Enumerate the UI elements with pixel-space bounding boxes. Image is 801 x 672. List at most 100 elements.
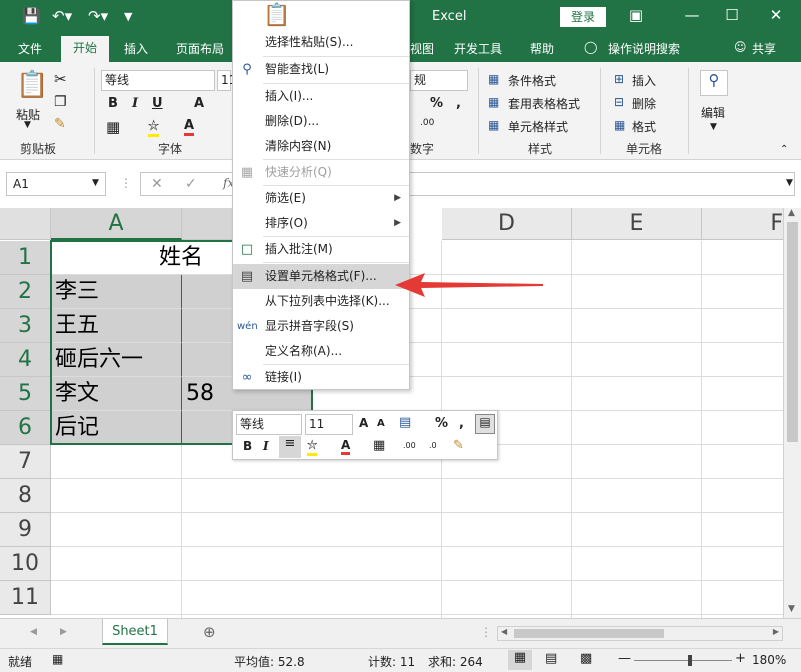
minimize-icon[interactable]: —	[680, 6, 704, 24]
expand-formula-icon[interactable]: ▼	[786, 178, 793, 188]
paste-dropdown-icon[interactable]: ▼	[24, 120, 31, 130]
insert-cells-button[interactable]: 插入	[632, 72, 656, 89]
row-header[interactable]: 11	[0, 581, 51, 615]
increase-font-icon[interactable]: A	[194, 96, 204, 111]
menu-sort[interactable]: 排序(O) ▶	[233, 211, 409, 236]
format-painter-icon[interactable]: ✎	[54, 116, 66, 132]
scroll-down-icon[interactable]: ▼	[788, 604, 795, 614]
mini-number-format-icon[interactable]: ▤	[399, 415, 411, 430]
mini-italic-button[interactable]: I	[263, 439, 269, 453]
mini-comma-icon[interactable]: ,	[459, 416, 464, 431]
next-sheet-icon[interactable]: ▶	[60, 627, 67, 637]
zoom-level[interactable]: 180%	[752, 653, 786, 667]
row-header[interactable]: 5	[0, 377, 51, 411]
cell-a5[interactable]: 李文	[51, 377, 182, 411]
ribbon-display-icon[interactable]: ▣	[624, 6, 648, 24]
zoom-slider[interactable]	[634, 660, 732, 661]
column-header-f[interactable]: F	[702, 208, 783, 240]
page-break-view-icon[interactable]: ▩	[580, 651, 592, 666]
mini-fill-color-icon[interactable]: ⛦	[307, 438, 318, 456]
bold-button[interactable]: B	[108, 96, 118, 111]
menu-insert[interactable]: 插入(I)...	[233, 84, 409, 109]
cell-styles-button[interactable]: 单元格样式	[508, 118, 568, 135]
menu-clear-contents[interactable]: 清除内容(N)	[233, 134, 409, 159]
row-header[interactable]: 2	[0, 275, 51, 309]
menu-link[interactable]: ∞ 链接(I)	[233, 365, 409, 390]
customize-qat-icon[interactable]: ▼	[124, 10, 132, 23]
conditional-format-button[interactable]: 条件格式	[508, 72, 556, 89]
close-icon[interactable]: ✕	[764, 6, 788, 24]
scroll-thumb[interactable]	[514, 629, 664, 638]
cell-a2[interactable]: 李三	[51, 275, 182, 309]
menu-phonetic-field[interactable]: wén 显示拼音字段(S)	[233, 314, 409, 339]
row-header[interactable]: 6	[0, 411, 51, 445]
share-button[interactable]: 共享	[752, 40, 776, 57]
decrease-decimal-icon[interactable]: .00	[420, 118, 434, 128]
editing-button[interactable]: 编辑	[701, 104, 725, 121]
page-layout-view-icon[interactable]: ▤	[545, 651, 557, 666]
mini-font-name-combo[interactable]: 等线	[236, 414, 302, 435]
column-header-e[interactable]: E	[572, 208, 702, 240]
menu-paste-special[interactable]: 选择性粘贴(S)...	[233, 30, 409, 55]
column-header-a[interactable]: A	[51, 208, 182, 240]
tab-file[interactable]: 文件	[18, 40, 42, 57]
menu-filter[interactable]: 筛选(E) ▶	[233, 186, 409, 211]
cut-icon[interactable]: ✂	[54, 70, 67, 88]
row-header[interactable]: 9	[0, 513, 51, 547]
row-header[interactable]: 4	[0, 343, 51, 377]
menu-insert-comment[interactable]: □ 插入批注(M)	[233, 237, 409, 262]
font-size-combo[interactable]: 11	[217, 70, 236, 91]
vertical-scrollbar[interactable]: ▲ ▼	[783, 208, 801, 618]
scroll-right-icon[interactable]: ▶	[773, 627, 779, 636]
select-all-corner[interactable]	[0, 208, 51, 240]
cell-a3[interactable]: 王五	[51, 309, 182, 343]
mini-decrease-font-icon[interactable]: A	[377, 418, 385, 429]
collapse-ribbon-icon[interactable]: ⌃	[780, 144, 788, 155]
chevron-down-icon[interactable]: ▼	[710, 122, 717, 132]
comma-icon[interactable]: ,	[456, 96, 461, 111]
cell-a4[interactable]: 砸后六一	[51, 343, 182, 377]
mini-bold-button[interactable]: B	[243, 439, 252, 453]
mini-decrease-decimal-icon[interactable]: .0	[429, 441, 437, 450]
font-name-combo[interactable]: 等线	[101, 70, 215, 91]
italic-button[interactable]: I	[132, 96, 138, 111]
copy-icon[interactable]: ❐	[54, 94, 67, 110]
name-box[interactable]: A1	[6, 172, 106, 196]
mini-center-align-icon[interactable]: ≡	[279, 436, 301, 458]
border-icon[interactable]: ▦	[106, 118, 120, 136]
row-header[interactable]: 1	[0, 241, 51, 275]
tab-home[interactable]: 开始	[61, 36, 109, 62]
cancel-icon[interactable]: ✕	[151, 176, 163, 192]
tab-help[interactable]: 帮助	[530, 40, 554, 57]
delete-cells-button[interactable]: 删除	[632, 95, 656, 112]
search-icon[interactable]: ⚲	[700, 70, 728, 96]
cell-a6[interactable]: 后记	[51, 411, 182, 445]
scroll-up-icon[interactable]: ▲	[788, 208, 795, 218]
menu-define-name[interactable]: 定义名称(A)...	[233, 339, 409, 364]
redo-icon[interactable]: ↷▾	[88, 7, 108, 25]
zoom-out-icon[interactable]: —	[618, 651, 631, 666]
font-color-icon[interactable]: A	[184, 118, 195, 136]
prev-sheet-icon[interactable]: ◀	[30, 627, 37, 637]
name-box-dropdown-icon[interactable]: ▼	[92, 178, 99, 188]
menu-smart-lookup[interactable]: ⚲ 智能查找(L)	[233, 57, 409, 82]
row-header[interactable]: 10	[0, 547, 51, 581]
save-icon[interactable]: 💾	[22, 7, 41, 25]
row-header[interactable]: 7	[0, 445, 51, 479]
fill-color-icon[interactable]: ⛦	[148, 118, 160, 137]
table-format-button[interactable]: 套用表格格式	[508, 95, 580, 112]
mini-increase-decimal-icon[interactable]: .00	[403, 441, 416, 450]
mini-border-icon[interactable]: ▦	[373, 438, 385, 453]
confirm-icon[interactable]: ✓	[185, 176, 197, 192]
menu-pick-from-list[interactable]: 从下拉列表中选择(K)...	[233, 289, 409, 314]
horizontal-scrollbar[interactable]: ◀ ▶	[497, 626, 783, 641]
tab-view[interactable]: 视图	[410, 40, 434, 57]
mini-percent-icon[interactable]: %	[435, 416, 448, 431]
paste-icon[interactable]: 📋	[16, 70, 48, 100]
percent-icon[interactable]: %	[430, 96, 443, 111]
normal-view-icon[interactable]: ▦	[508, 650, 532, 670]
scroll-thumb[interactable]	[787, 222, 798, 442]
row-header[interactable]: 8	[0, 479, 51, 513]
mini-font-color-icon[interactable]: A	[341, 438, 351, 455]
tab-page-layout[interactable]: 页面布局	[176, 40, 224, 57]
